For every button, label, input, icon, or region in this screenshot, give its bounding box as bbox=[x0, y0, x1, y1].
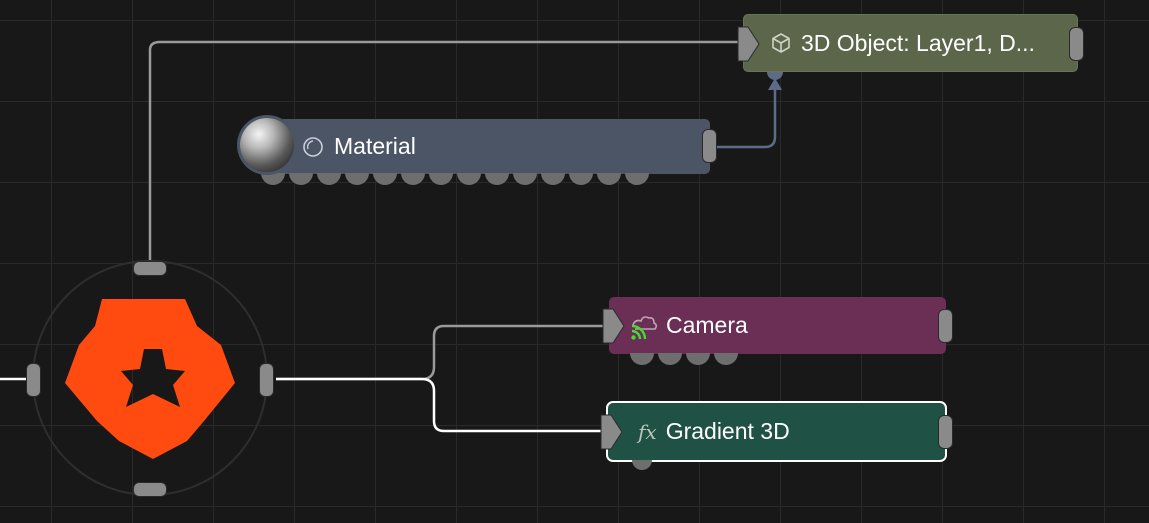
sub-port[interactable] bbox=[714, 353, 738, 365]
star-gear-icon bbox=[65, 299, 235, 459]
sub-port[interactable] bbox=[485, 173, 509, 185]
hub-bottom-port[interactable] bbox=[133, 482, 167, 497]
material-sphere-preview bbox=[240, 118, 294, 172]
cube-icon bbox=[772, 33, 790, 53]
sub-port[interactable] bbox=[429, 173, 453, 185]
node-camera-label: Camera bbox=[666, 312, 748, 338]
wire-material-to-3d-object[interactable] bbox=[716, 88, 777, 149]
node-material[interactable]: Material bbox=[261, 119, 717, 185]
sub-port[interactable] bbox=[625, 173, 649, 185]
node-3d-object[interactable]: 3D Object: Layer1, D... bbox=[737, 14, 1084, 72]
wire-hub-to-camera[interactable] bbox=[276, 324, 605, 381]
sub-port[interactable] bbox=[541, 173, 565, 185]
hub-top-port[interactable] bbox=[133, 261, 167, 276]
material-swatch-icon bbox=[303, 136, 323, 157]
node-3d-object-output-port[interactable] bbox=[1069, 27, 1084, 61]
input-port-arrow[interactable] bbox=[601, 307, 627, 345]
sub-port[interactable] bbox=[373, 173, 397, 185]
sub-port[interactable] bbox=[569, 173, 593, 185]
sub-port[interactable] bbox=[289, 173, 313, 185]
sub-port[interactable] bbox=[686, 353, 710, 365]
sub-port[interactable] bbox=[457, 173, 481, 185]
sub-port[interactable] bbox=[261, 173, 285, 185]
hub-right-port[interactable] bbox=[259, 363, 274, 397]
node-gradient-3d-label: Gradient 3D bbox=[665, 418, 790, 444]
input-port-arrow[interactable] bbox=[599, 413, 625, 451]
node-gradient-3d-output-port[interactable] bbox=[938, 415, 953, 449]
node-camera[interactable]: Camera bbox=[602, 297, 953, 365]
node-3d-object-label: 3D Object: Layer1, D... bbox=[801, 29, 1035, 56]
node-camera-sub-ports bbox=[630, 353, 738, 365]
fx-icon: fx bbox=[638, 419, 657, 444]
node-gradient-3d[interactable]: fx Gradient 3D bbox=[600, 401, 953, 470]
sub-port[interactable] bbox=[632, 460, 652, 470]
node-camera-output-port[interactable] bbox=[938, 309, 953, 343]
sub-port[interactable] bbox=[345, 173, 369, 185]
node-material-output-port[interactable] bbox=[702, 129, 717, 163]
sub-port[interactable] bbox=[658, 353, 682, 365]
node-material-label: Material bbox=[334, 133, 416, 159]
sub-port[interactable] bbox=[630, 353, 654, 365]
input-port-arrow[interactable] bbox=[736, 25, 762, 63]
camera-icon bbox=[631, 315, 658, 340]
node-gradient-3d-sub-ports bbox=[632, 460, 652, 470]
sub-port[interactable] bbox=[317, 173, 341, 185]
node-material-sub-ports bbox=[261, 173, 649, 185]
sub-port[interactable] bbox=[401, 173, 425, 185]
hub-left-port[interactable] bbox=[26, 363, 41, 397]
hub-node[interactable] bbox=[26, 261, 274, 501]
sub-port[interactable] bbox=[597, 173, 621, 185]
sub-port[interactable] bbox=[513, 173, 537, 185]
wire-hub-to-gradient[interactable] bbox=[276, 377, 602, 433]
